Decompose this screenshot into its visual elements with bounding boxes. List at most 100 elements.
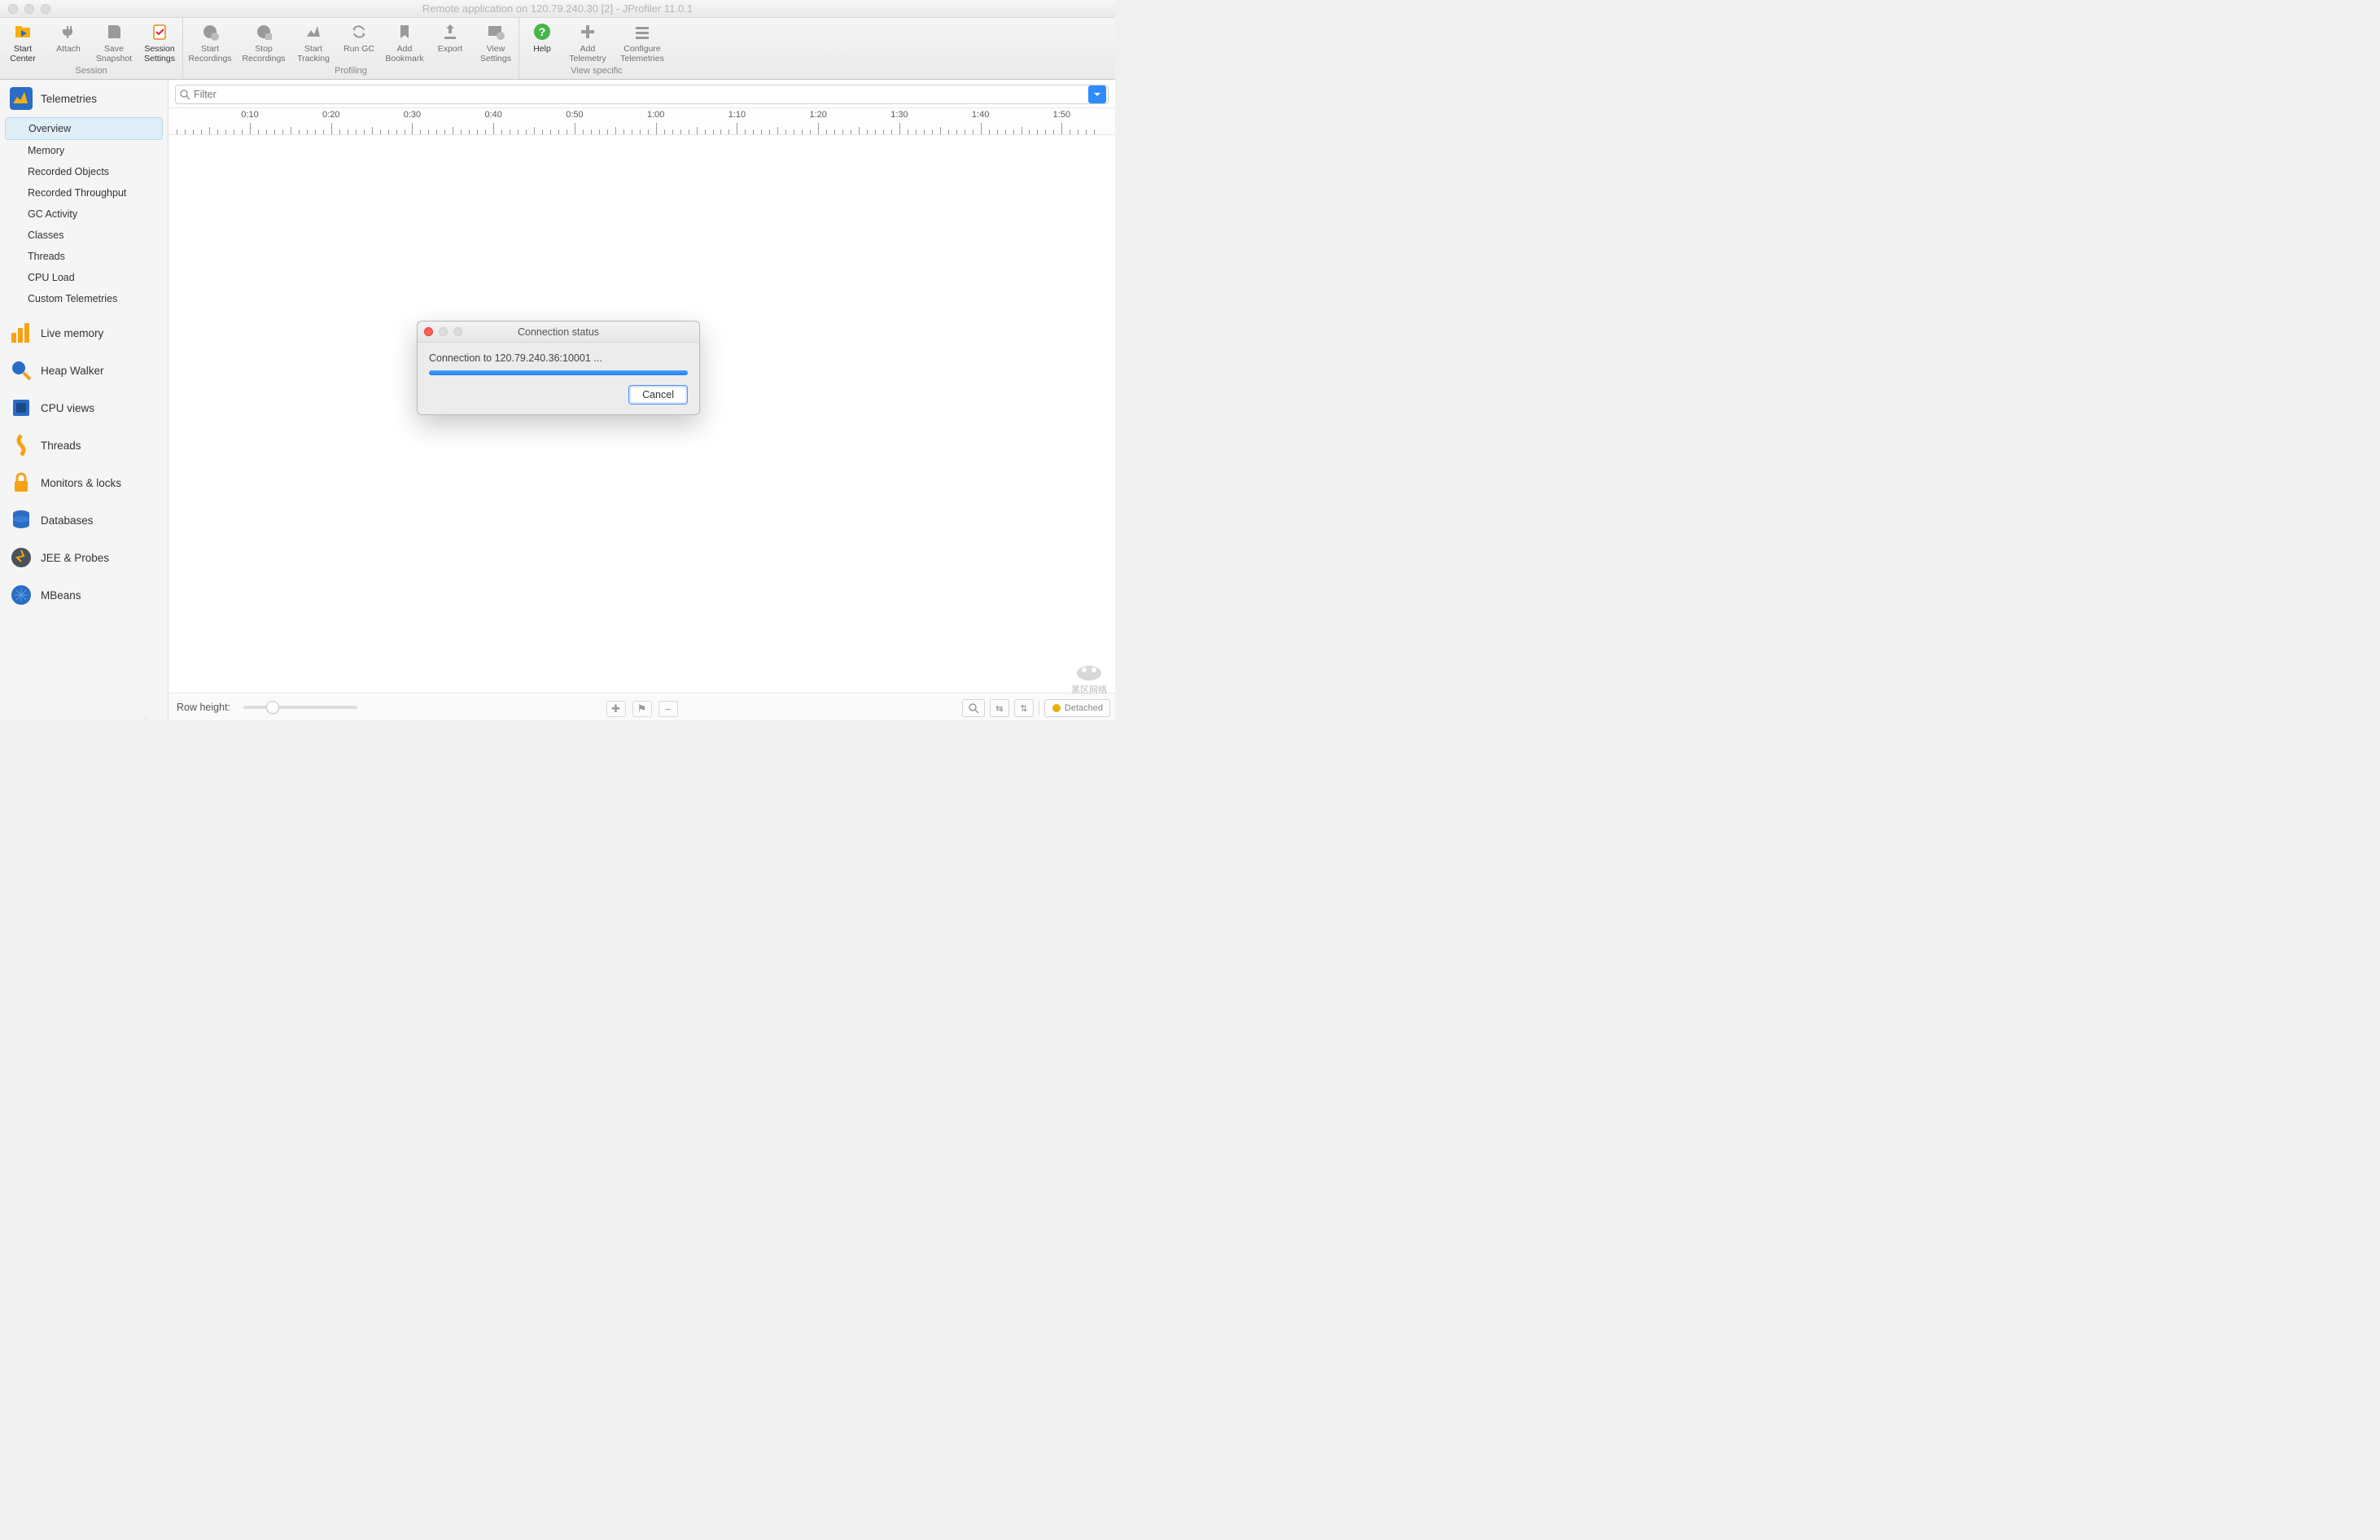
- sliders-icon: [632, 21, 653, 42]
- recycle-icon: [348, 21, 370, 42]
- sidebar-sub-memory[interactable]: Memory: [5, 140, 163, 161]
- record-start-icon: [199, 21, 221, 42]
- tick-major: [250, 123, 251, 134]
- fit-width-button[interactable]: ⇆: [990, 699, 1009, 717]
- sidebar-sub-gc-activity[interactable]: GC Activity: [5, 203, 163, 225]
- sidebar-sub-recorded-throughput[interactable]: Recorded Throughput: [5, 182, 163, 203]
- row-height-slider[interactable]: [243, 706, 357, 709]
- save-snapshot-button[interactable]: Save Snapshot: [91, 18, 137, 63]
- fit-height-button[interactable]: ⇅: [1014, 699, 1034, 717]
- tick-minor: [753, 129, 754, 134]
- help-button[interactable]: ? Help: [519, 18, 565, 63]
- session-settings-button[interactable]: Session Settings: [137, 18, 182, 63]
- add-bookmark-button[interactable]: Add Bookmark: [382, 18, 427, 63]
- tick-minor: [315, 129, 316, 134]
- tick-minor: [583, 129, 584, 134]
- toolbar-group-label-profiling: Profiling: [183, 63, 518, 79]
- filter-bar: [168, 80, 1115, 107]
- tick-mid: [940, 127, 941, 134]
- tick-minor: [469, 129, 470, 134]
- configure-telemetries-button[interactable]: Configure Telemetries: [610, 18, 674, 63]
- sidebar-cat-heap-walker[interactable]: Heap Walker: [0, 352, 168, 389]
- sidebar-sub-custom-telemetries[interactable]: Custom Telemetries: [5, 288, 163, 309]
- tick-minor: [785, 129, 786, 134]
- tick-minor: [883, 129, 884, 134]
- sidebar-cat-live-memory[interactable]: Live memory: [0, 314, 168, 352]
- export-button[interactable]: Export: [427, 18, 473, 63]
- sidebar-sub-threads[interactable]: Threads: [5, 246, 163, 267]
- tick-minor: [225, 129, 226, 134]
- help-icon: ?: [532, 21, 553, 42]
- tick-minor: [201, 129, 202, 134]
- sidebar-sub-overview[interactable]: Overview: [5, 117, 163, 140]
- tracking-icon: [303, 21, 324, 42]
- tick-minor: [720, 129, 721, 134]
- tick-major: [818, 123, 819, 134]
- start-center-button[interactable]: Start Center: [0, 18, 46, 63]
- slider-thumb-icon[interactable]: [266, 701, 279, 714]
- tick-minor: [380, 129, 381, 134]
- tick-minor: [891, 129, 892, 134]
- timeline-ruler: 0:100:200:300:400:501:001:101:201:301:40…: [168, 107, 1115, 135]
- sidebar-sub-recorded-objects[interactable]: Recorded Objects: [5, 161, 163, 182]
- tick-major: [899, 123, 900, 134]
- filter-dropdown-button[interactable]: [1088, 85, 1106, 103]
- connection-status-chip[interactable]: Detached: [1044, 699, 1110, 717]
- tick-minor: [477, 129, 478, 134]
- tick-minor: [485, 129, 486, 134]
- tick-minor: [1045, 129, 1046, 134]
- bottom-toolbar: ✚ ⚑ −: [606, 701, 678, 717]
- window-title: Remote application on 120.79.240.30 [2] …: [0, 2, 1115, 15]
- sidebar-cat-jee-probes[interactable]: JEE & Probes: [0, 539, 168, 576]
- tick-minor: [396, 129, 397, 134]
- tick-minor: [989, 129, 990, 134]
- tick-mid: [777, 127, 778, 134]
- tick-label: 0:40: [484, 110, 501, 120]
- filter-input[interactable]: [194, 89, 1085, 100]
- tick-minor: [672, 129, 673, 134]
- tick-minor: [388, 129, 389, 134]
- start-recordings-button[interactable]: Start Recordings: [183, 18, 237, 63]
- start-tracking-button[interactable]: Start Tracking: [291, 18, 336, 63]
- tick-label: 1:30: [890, 110, 908, 120]
- stop-recordings-button[interactable]: Stop Recordings: [237, 18, 291, 63]
- cancel-button[interactable]: Cancel: [628, 385, 688, 405]
- flag-button[interactable]: ⚑: [632, 701, 652, 717]
- tick-minor: [607, 129, 608, 134]
- tick-label: 1:10: [728, 110, 746, 120]
- record-stop-icon: [253, 21, 274, 42]
- add-probe-button[interactable]: ✚: [606, 701, 626, 717]
- export-icon: [440, 21, 461, 42]
- tick-minor: [217, 129, 218, 134]
- tick-major: [1061, 123, 1062, 134]
- sidebar-cat-databases[interactable]: Databases: [0, 501, 168, 539]
- tick-minor: [623, 129, 624, 134]
- view-settings-button[interactable]: View Settings: [473, 18, 518, 63]
- tick-minor: [542, 129, 543, 134]
- sidebar-cat-threads[interactable]: Threads: [0, 427, 168, 464]
- run-gc-button[interactable]: Run GC: [336, 18, 382, 63]
- filter-input-wrap[interactable]: [175, 85, 1109, 104]
- sidebar-sub-classes[interactable]: Classes: [5, 225, 163, 246]
- heap-walker-icon: [10, 359, 33, 382]
- sidebar-cat-monitors-locks[interactable]: Monitors & locks: [0, 464, 168, 501]
- tick-minor: [436, 129, 437, 134]
- add-telemetry-button[interactable]: Add Telemetry: [565, 18, 610, 63]
- tick-minor: [648, 129, 649, 134]
- bookmark-plus-icon: [394, 21, 415, 42]
- sidebar: Telemetries OverviewMemoryRecorded Objec…: [0, 80, 168, 720]
- tick-minor: [599, 129, 600, 134]
- sidebar-cat-telemetries[interactable]: Telemetries: [0, 80, 168, 117]
- tick-minor: [461, 129, 462, 134]
- zoom-tool-button[interactable]: [962, 699, 985, 717]
- attach-button[interactable]: Attach: [46, 18, 91, 63]
- dialog-minimize-icon: [439, 327, 448, 336]
- sidebar-cat-mbeans[interactable]: MBeans: [0, 576, 168, 614]
- tick-mid: [697, 127, 698, 134]
- dialog-close-icon[interactable]: [424, 327, 433, 336]
- sidebar-sub-cpu-load[interactable]: CPU Load: [5, 267, 163, 288]
- plug-icon: [58, 21, 79, 42]
- remove-button[interactable]: −: [658, 701, 678, 717]
- sidebar-cat-cpu-views[interactable]: CPU views: [0, 389, 168, 427]
- window-titlebar: Remote application on 120.79.240.30 [2] …: [0, 0, 1115, 18]
